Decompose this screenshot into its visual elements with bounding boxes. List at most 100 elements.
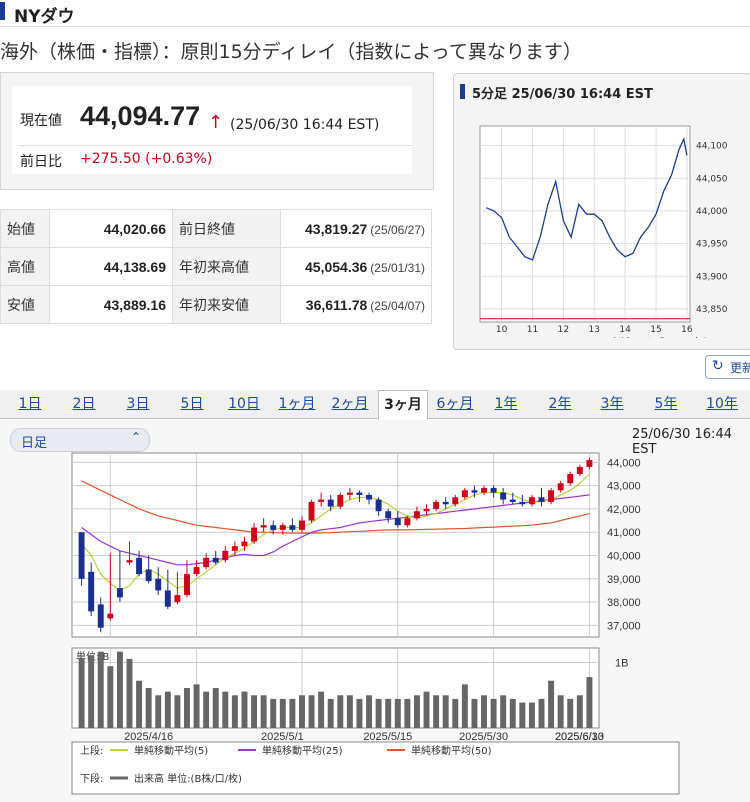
current-price-value: 44,094.77: [80, 101, 201, 131]
volume-bar: [567, 698, 574, 728]
candle-body: [538, 497, 545, 502]
low-value: 43,889.16: [49, 285, 173, 324]
up-arrow-icon: ↑: [208, 112, 224, 133]
volume-x-label: 2025/5/15: [363, 731, 412, 743]
candle-body: [116, 588, 123, 598]
volume-bar: [366, 695, 373, 728]
price-y-tick: 41,000: [607, 527, 641, 539]
high-value: 44,138.69: [49, 247, 173, 286]
legend-lower-label: 下段:: [80, 772, 103, 785]
price-plot-area: [71, 452, 600, 638]
refresh-button[interactable]: ↻ 更新: [705, 355, 750, 379]
candle-body: [174, 595, 181, 603]
stats-row: 安値 43,889.16 年初来安値 36,611.78 (25/04/07): [0, 285, 432, 324]
change-value: +275.50 (+0.63%): [80, 151, 213, 167]
volume-bar: [289, 698, 296, 728]
candle-body: [318, 499, 325, 502]
volume-bar: [385, 698, 392, 728]
candle-body: [308, 501, 315, 521]
open-label: 始値: [0, 209, 50, 248]
range-tab-11[interactable]: 3年: [592, 390, 632, 418]
volume-bar: [442, 695, 449, 728]
legend-item: 単純移動平均(5): [134, 744, 208, 757]
volume-bar: [136, 680, 143, 728]
candle-body: [155, 578, 162, 591]
volume-bar: [327, 698, 334, 728]
period-select[interactable]: 日足 ⌃: [10, 428, 150, 452]
intraday-x-tick: 15: [650, 325, 661, 335]
candle-body: [279, 525, 286, 530]
open-value: 44,020.66: [49, 209, 173, 248]
volume-bar: [548, 680, 555, 728]
range-tab-5[interactable]: 1ヶ月: [275, 390, 319, 418]
range-tab-9[interactable]: 1年: [486, 390, 526, 418]
price-y-tick: 37,000: [607, 620, 641, 632]
intraday-title: 5分足 25/06/30 16:44 EST: [472, 87, 653, 102]
title-marker: [0, 2, 5, 20]
range-tab-12[interactable]: 5年: [646, 390, 686, 418]
intraday-plot-area: [479, 125, 691, 323]
volume-bar: [557, 695, 564, 728]
volume-bar: [346, 695, 353, 728]
candle-body: [184, 574, 190, 596]
volume-bar: [298, 695, 305, 728]
price-y-tick: 43,000: [607, 481, 641, 493]
candle-body: [519, 501, 526, 505]
candle-body: [212, 557, 219, 563]
volume-bar: [404, 698, 411, 728]
range-tab-6[interactable]: 2ヶ月: [328, 390, 372, 418]
candle-body: [404, 518, 411, 526]
change-label: 前日比: [20, 154, 62, 170]
range-tab-2[interactable]: 3日: [118, 390, 158, 418]
stats-row: 始値 44,020.66 前日終値 43,819.27 (25/06/27): [0, 209, 432, 248]
volume-bar: [375, 698, 382, 728]
candle-body: [557, 483, 564, 491]
ytd-low-value: 36,611.78 (25/04/07): [280, 285, 432, 324]
volume-bar: [519, 702, 526, 728]
low-label: 安値: [0, 285, 50, 324]
ytd-high-number: 45,054.36: [305, 258, 368, 275]
candle-body: [528, 497, 535, 505]
candle-body: [289, 525, 296, 530]
candle-body: [231, 546, 238, 551]
candle-body: [251, 527, 258, 542]
volume-bar: [279, 698, 286, 728]
legend-upper-label: 上段:: [80, 744, 103, 757]
volume-bar: [222, 691, 229, 728]
candle-body: [490, 487, 497, 493]
range-tab-10[interactable]: 2年: [538, 390, 582, 418]
range-tab-0[interactable]: 1日: [10, 390, 50, 418]
updown-chevron-icon: ⌃: [130, 430, 141, 444]
period-select-label: 日足: [21, 436, 48, 451]
refresh-icon: ↻: [712, 358, 724, 374]
refresh-label: 更新: [730, 361, 750, 375]
candle-body: [567, 473, 574, 484]
legend-volume: 出来高 単位:(B株/口/枚): [134, 772, 242, 785]
volume-bar: [318, 691, 325, 728]
range-tab-8[interactable]: 6ヶ月: [430, 390, 480, 418]
candle-body: [385, 511, 392, 519]
range-tab-13[interactable]: 10年: [700, 390, 744, 418]
candle-body: [145, 569, 152, 582]
range-tab-7[interactable]: 3ヶ月: [378, 390, 428, 420]
candle-body: [222, 550, 229, 561]
price-y-tick: 38,000: [607, 597, 641, 609]
range-tab-1[interactable]: 2日: [64, 390, 104, 418]
prev-close-label: 前日終値: [172, 209, 281, 248]
candle-body: [423, 508, 430, 512]
ytd-low-label: 年初来安値: [172, 285, 281, 324]
candle-body: [164, 590, 171, 607]
candle-body: [586, 459, 593, 467]
price-y-tick: 40,000: [607, 550, 641, 562]
volume-bar: [78, 658, 85, 728]
price-y-tick: 42,000: [607, 504, 641, 516]
range-tab-3[interactable]: 5日: [172, 390, 212, 418]
volume-bar: [184, 688, 190, 728]
range-tab-4[interactable]: 10日: [224, 390, 264, 418]
volume-tick: 1B: [615, 658, 628, 670]
candle-body: [298, 520, 305, 530]
volume-bar: [481, 695, 487, 728]
ytd-low-date: (25/04/07): [370, 298, 425, 313]
volume-bar: [97, 651, 104, 728]
volume-bar: [126, 658, 133, 728]
